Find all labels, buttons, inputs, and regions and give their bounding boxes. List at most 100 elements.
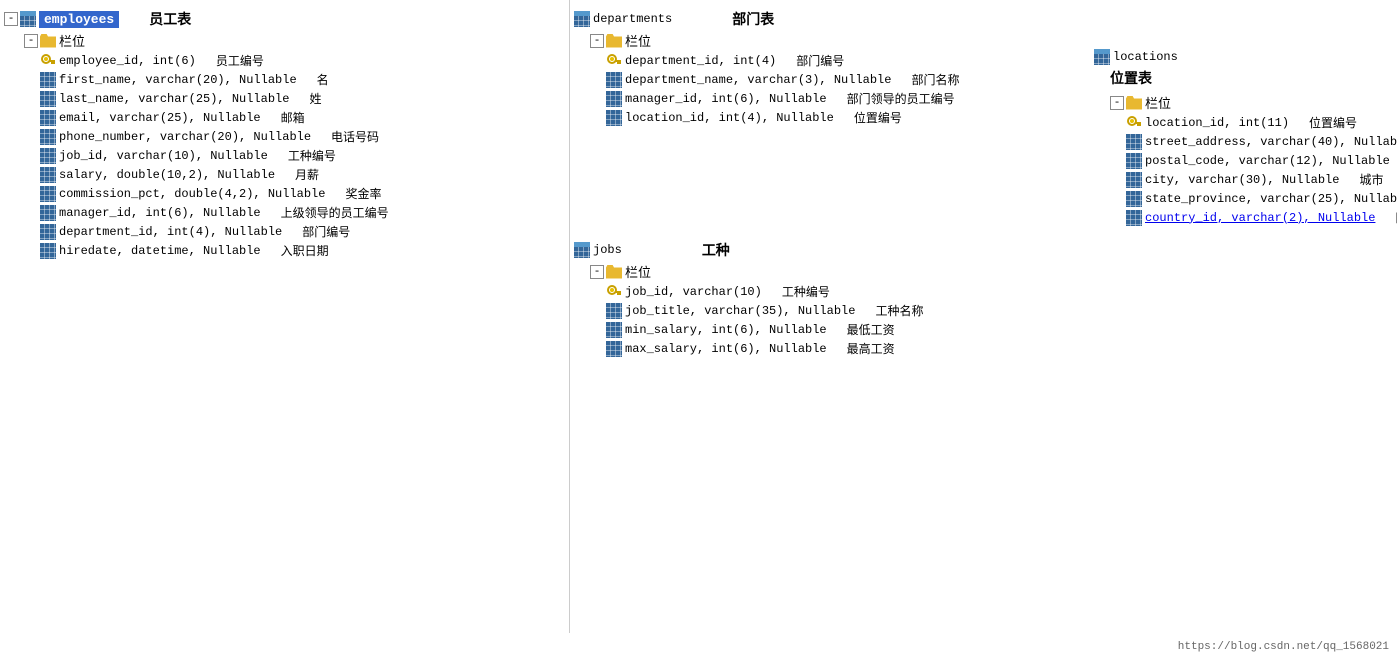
folder-icon-dept [606,34,622,48]
folder-icon-loc [1126,96,1142,110]
field-comment: 部门编号 [796,52,844,69]
employees-label: 员工表 [149,9,191,29]
field-name: last_name, varchar(25), Nullable [59,92,289,106]
table-row: last_name, varchar(25), Nullable 姓 [40,89,565,108]
table-row: salary, double(10,2), Nullable月薪 [40,165,565,184]
employees-columns-label: 栏位 [59,31,85,50]
field-comment: 部门领导的员工编号 [847,90,955,107]
field-comment: 姓 [309,90,321,107]
col-icon [40,72,56,88]
expand-icon-root[interactable]: - [4,12,18,26]
col-icon [1126,191,1142,207]
field-name: commission_pct, double(4,2), Nullable [59,187,325,201]
jobs-columns-label: 栏位 [625,262,651,281]
employees-table-icon [20,11,36,27]
field-name: country_id, varchar(2), Nullable [1145,211,1375,225]
table-row: state_province, varchar(25), Nullable州/省 [1126,189,1397,208]
field-comment: 工种编号 [782,283,830,300]
col-icon [40,167,56,183]
col-icon [1126,134,1142,150]
expand-icon-emp-cols[interactable]: - [24,34,38,48]
field-comment: 城市 [1359,171,1383,188]
field-comment: 位置编号 [1309,114,1357,131]
field-name: job_title, varchar(35), Nullable [625,304,855,318]
locations-label: 位置表 [1110,68,1397,88]
table-row: manager_id, int(6), Nullable上级领导的员工编号 [40,203,565,222]
locations-section: locations 位置表 - 栏位 location_id, int(11) 位… [1094,8,1397,227]
field-name: max_salary, int(6), Nullable [625,342,827,356]
field-name: phone_number, varchar(20), Nullable [59,130,311,144]
field-comment: 最高工资 [847,340,895,357]
field-name: job_id, varchar(10), Nullable [59,149,268,163]
col-icon [40,243,56,259]
field-name: department_id, int(4) [625,54,776,68]
field-name: min_salary, int(6), Nullable [625,323,827,337]
table-row: hiredate, datetime, Nullable入职日期 [40,241,565,260]
jobs-table-icon [574,242,590,258]
field-comment: 员工编号 [216,52,264,69]
locations-columns-label: 栏位 [1145,93,1171,112]
locations-table-name: locations [1113,50,1178,64]
field-comment: 入职日期 [281,242,329,259]
employees-table-name[interactable]: employees [39,11,119,28]
watermark: https://blog.csdn.net/qq_1568021 [1178,641,1389,653]
jobs-section: jobs 工种 - 栏位 job_id, varchar(10)工种编号job_… [574,239,1054,358]
col-icon [40,205,56,221]
key-icon [40,53,56,69]
key-icon [606,53,622,69]
col-icon [606,341,622,357]
locations-cols-node: - 栏位 [1110,92,1397,113]
field-comment: 部门名称 [911,71,959,88]
field-name: city, varchar(30), Nullable [1145,173,1339,187]
table-row: city, varchar(30), Nullable 城市 [1126,170,1397,189]
field-name: postal_code, varchar(12), Nullable [1145,154,1390,168]
field-comment: 奖金率 [345,185,381,202]
field-name: department_id, int(4), Nullable [59,225,282,239]
field-name: manager_id, int(6), Nullable [59,206,261,220]
locations-table-icon [1094,49,1110,65]
table-row: job_title, varchar(35), Nullable 工种名称 [606,301,1054,320]
col-icon [40,224,56,240]
field-comment: 工种名称 [875,302,923,319]
field-name: location_id, int(11) [1145,116,1289,130]
table-row: max_salary, int(6), Nullable 最高工资 [606,339,1054,358]
field-name: email, varchar(25), Nullable [59,111,261,125]
table-row: employee_id, int(6) 员工编号 [40,51,565,70]
jobs-table-name: jobs [593,243,622,257]
employees-fields: employee_id, int(6) 员工编号first_name, varch… [4,51,565,260]
field-comment: 月薪 [295,166,319,183]
folder-icon-emp [40,34,56,48]
departments-columns-label: 栏位 [625,31,651,50]
departments-top-node: departments 部门表 [574,8,1054,30]
table-row: first_name, varchar(20), Nullable名 [40,70,565,89]
bottom-right-row: jobs 工种 - 栏位 job_id, varchar(10)工种编号job_… [574,239,1393,358]
main-area: - employees 员工表 - 栏位 employee_id, int(6)… [0,0,1397,655]
locations-label-row: 位置表 [1110,68,1397,88]
expand-icon-dept-cols[interactable]: - [590,34,604,48]
col-icon [606,72,622,88]
field-name: job_id, varchar(10) [625,285,762,299]
field-comment: 邮箱 [281,109,305,126]
col-icon [1126,153,1142,169]
table-row: country_id, varchar(2), Nullable国家编号 [1126,208,1397,227]
table-row: manager_id, int(6), Nullable部门领导的员工编号 [606,89,1054,108]
field-name: employee_id, int(6) [59,54,196,68]
field-name: street_address, varchar(40), Nullable [1145,135,1397,149]
col-icon [1126,172,1142,188]
field-name: state_province, varchar(25), Nullable [1145,192,1397,206]
table-row: job_id, varchar(10), Nullable 工种编号 [40,146,565,165]
jobs-fields: job_id, varchar(10)工种编号job_title, varcha… [574,282,1054,358]
field-name: location_id, int(4), Nullable [625,111,834,125]
expand-icon-loc-cols[interactable]: - [1110,96,1124,110]
table-row: street_address, varchar(40), Nullable街道 [1126,132,1397,151]
table-row: postal_code, varchar(12), Nullable邮编 [1126,151,1397,170]
field-comment: 位置编号 [854,109,902,126]
key-icon [606,284,622,300]
left-panel: - employees 员工表 - 栏位 employee_id, int(6)… [0,0,570,633]
locations-fields: location_id, int(11)位置编号street_address, … [1094,113,1397,227]
expand-icon-jobs-cols[interactable]: - [590,265,604,279]
col-icon [1126,210,1142,226]
table-row: job_id, varchar(10) 工种编号 [606,282,1054,301]
field-comment: 工种编号 [288,147,336,164]
table-row: min_salary, int(6), Nullable最低工资 [606,320,1054,339]
